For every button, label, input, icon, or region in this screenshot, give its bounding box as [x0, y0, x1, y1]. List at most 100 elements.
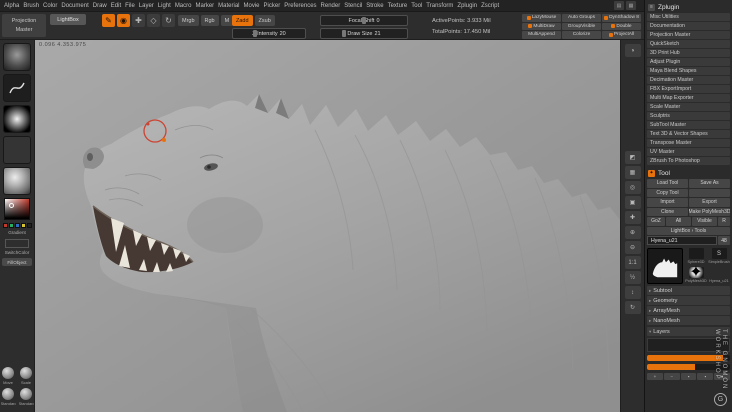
doc-layout-icon[interactable]: ▤ [614, 1, 624, 10]
topshelf-button[interactable]: ProjectAll [602, 31, 641, 39]
zoom-in-icon[interactable]: ⊕ [624, 226, 641, 239]
zplugin-item[interactable]: UV Master [647, 148, 730, 156]
zplugin-item[interactable]: Multi Map Exporter [647, 94, 730, 102]
menu-item[interactable]: Edit [111, 3, 121, 9]
menu-item[interactable]: Tool [411, 3, 422, 9]
zplugin-item[interactable]: Projection Master [647, 31, 730, 39]
alpha-thumbnail[interactable] [3, 105, 31, 133]
menu-item[interactable]: Material [218, 3, 239, 9]
menu-item[interactable]: Light [158, 3, 171, 9]
bpr-icon[interactable]: ◑ [624, 44, 641, 57]
stroke-thumbnail[interactable] [3, 74, 31, 102]
persp-icon[interactable]: ◩ [624, 151, 641, 164]
tool-button[interactable]: Copy Tool [647, 188, 688, 197]
zplugin-item[interactable]: SubTool Master [647, 121, 730, 129]
menu-item[interactable]: Transform [426, 3, 453, 9]
lightbox-tools-button[interactable]: LightBox › Tools [647, 226, 730, 235]
switchcolor-label[interactable]: SwitchColor [5, 250, 30, 256]
zplugin-item[interactable]: Sculptris [647, 112, 730, 120]
slider-thumb[interactable] [253, 30, 258, 37]
swatch-black[interactable] [26, 223, 32, 228]
scale-mode-icon[interactable]: ◇ [147, 14, 160, 27]
document-canvas[interactable]: 0.096 4.353.975 [35, 40, 620, 412]
swatch-red[interactable] [2, 223, 8, 228]
menu-item[interactable]: Zscript [481, 3, 499, 9]
slider-thumb[interactable] [362, 17, 367, 24]
grid-view-icon[interactable]: ▦ [626, 1, 636, 10]
tool-button[interactable]: Save As [689, 179, 730, 188]
quick-knob[interactable]: Scale [19, 367, 34, 385]
topshelf-button[interactable]: DynShadow 8 [602, 14, 641, 22]
tool-subpalette-bar[interactable]: ▸ ArrayMesh [647, 306, 730, 315]
sculpt-toggle[interactable]: Zadd [232, 15, 253, 26]
swatch-yellow[interactable] [20, 223, 26, 228]
topshelf-button[interactable]: GroupVisible [562, 22, 601, 31]
active-tool-preview[interactable] [647, 248, 683, 284]
layers-subpalette-bar[interactable]: ▾ Layers [647, 327, 730, 336]
tool-subpalette-bar[interactable]: ▸ Subtool [647, 286, 730, 295]
tool-button[interactable]: Import [647, 198, 688, 207]
layers-list[interactable] [647, 338, 730, 352]
layer-bake-button[interactable]: ▪ [697, 373, 714, 380]
zplugin-item[interactable]: Text 3D & Vector Shapes [647, 130, 730, 138]
zoom-out-icon[interactable]: ⊖ [624, 241, 641, 254]
menu-item[interactable]: Alpha [4, 3, 19, 9]
tool-button[interactable]: Export [689, 198, 730, 207]
projection-master-button[interactable]: Projection Master [2, 14, 46, 37]
menu-item[interactable]: Zplugin [457, 3, 477, 9]
tool-thumbnail[interactable]: S SimpleBrush [708, 248, 730, 266]
zplugin-palette-header[interactable]: ≡ Zplugin [647, 2, 730, 12]
zplugin-item[interactable]: Transpose Master [647, 139, 730, 147]
topshelf-button[interactable]: MultiDraw [522, 22, 561, 31]
local-icon[interactable]: ◎ [624, 181, 641, 194]
menu-item[interactable]: Marker [195, 3, 214, 9]
menu-item[interactable]: Preferences [284, 3, 316, 9]
focal-shift-slider[interactable]: Focal Shift 0 [320, 15, 408, 26]
zplugin-item[interactable]: Decimation Master [647, 76, 730, 84]
tool-button[interactable]: R [718, 217, 730, 226]
tool-button[interactable]: Load Tool [647, 179, 688, 188]
topshelf-button[interactable]: Auto Groups [562, 14, 601, 22]
color-picker-cursor[interactable] [9, 203, 14, 208]
current-tool-name[interactable]: Hyena_u21 [647, 236, 717, 245]
tool-thumbnail[interactable]: Hyena_u21 [708, 267, 730, 285]
tool-palette-header[interactable]: ✦ Tool [647, 168, 730, 178]
zplugin-item[interactable]: QuickSketch [647, 40, 730, 48]
gradient-label[interactable]: Gradient [8, 230, 26, 236]
tool-thumbnail[interactable]: ✦ PolyMesh3D [685, 264, 707, 285]
slider-thumb[interactable] [341, 30, 346, 37]
lightbox-button[interactable]: LightBox [50, 14, 86, 25]
actual-size-icon[interactable]: 1:1 [624, 256, 641, 269]
fillobject-button[interactable]: FillObject [2, 258, 32, 267]
tool-button[interactable]: Make PolyMesh3D [689, 207, 730, 216]
menu-item[interactable]: Macro [175, 3, 192, 9]
draw-size-slider[interactable]: Draw Size 21 [320, 28, 408, 39]
layer-new-button[interactable]: + [647, 373, 663, 380]
zplugin-item[interactable]: 3D Print Hub [647, 49, 730, 57]
topshelf-button[interactable]: Colorize [562, 31, 601, 39]
zplugin-item[interactable]: FBX ExportImport [647, 85, 730, 93]
menu-item[interactable]: Color [43, 3, 57, 9]
topshelf-button[interactable]: Double [602, 22, 641, 31]
menu-item[interactable]: Render [321, 3, 341, 9]
frame-icon[interactable]: ▣ [624, 196, 641, 209]
layer-opacity-slider[interactable] [647, 364, 730, 370]
menu-item[interactable]: Picker [264, 3, 281, 9]
tool-subpalette-bar[interactable]: ▸ NanoMesh [647, 316, 730, 325]
zplugin-item[interactable]: Maya Blend Shapes [647, 67, 730, 75]
tool-button[interactable]: GoZ [647, 217, 665, 226]
quick-knob[interactable]: Move [1, 367, 16, 385]
quick-knob[interactable]: Standard [19, 388, 34, 406]
swatch-blue[interactable] [14, 223, 20, 228]
zplugin-item[interactable]: Documentation [647, 22, 730, 30]
menu-item[interactable]: Stencil [344, 3, 362, 9]
tool-button[interactable] [689, 188, 730, 197]
menu-item[interactable]: Draw [93, 3, 107, 9]
tool-subpalette-bar[interactable]: ▸ Geometry [647, 296, 730, 305]
layer-duplicate-button[interactable]: ▪ [680, 373, 697, 380]
swatch-green[interactable] [8, 223, 14, 228]
layer-record-button[interactable]: ● [714, 373, 730, 380]
move-mode-icon[interactable]: ✚ [132, 14, 145, 27]
menu-item[interactable]: Texture [388, 3, 408, 9]
edit-mode-icon[interactable]: ✎ [102, 14, 115, 27]
